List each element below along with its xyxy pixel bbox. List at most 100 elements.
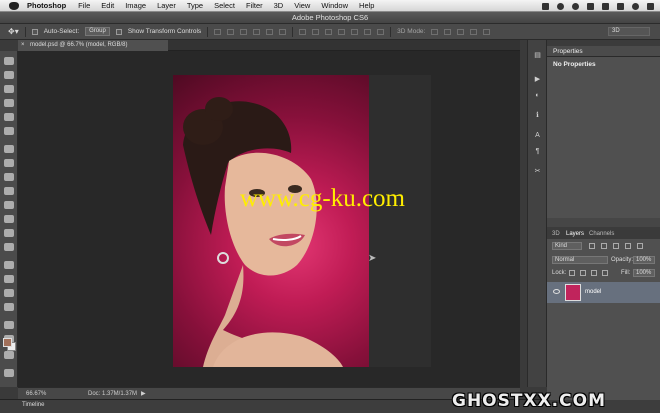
3d-rotate-icon[interactable]: [431, 28, 439, 35]
align-bottom-icon[interactable]: [240, 28, 248, 35]
auto-select-dropdown[interactable]: Group: [85, 27, 110, 36]
apple-icon[interactable]: [9, 1, 19, 10]
distribute-vcenter-icon[interactable]: [312, 28, 320, 35]
tab-layers[interactable]: Layers: [566, 231, 584, 237]
filter-smart-icon[interactable]: [637, 243, 643, 249]
auto-align-icon[interactable]: [377, 28, 385, 35]
type-tool-icon[interactable]: [4, 275, 14, 283]
filter-adjust-icon[interactable]: [601, 243, 607, 249]
foreground-color-swatch[interactable]: [3, 338, 12, 347]
sync-icon[interactable]: [557, 2, 564, 10]
menu-select[interactable]: Select: [214, 1, 235, 10]
search-icon[interactable]: [632, 2, 639, 10]
volume-icon[interactable]: [602, 2, 609, 10]
brush-tool-icon[interactable]: [4, 159, 14, 167]
menu-image[interactable]: Image: [125, 1, 146, 10]
canvas-area[interactable]: www.cg-ku.com ➤: [18, 51, 520, 387]
distribute-left-icon[interactable]: [338, 28, 346, 35]
fill-input[interactable]: 100%: [633, 269, 655, 277]
distribute-top-icon[interactable]: [299, 28, 307, 35]
3d-scale-icon[interactable]: [483, 28, 491, 35]
filter-pixel-icon[interactable]: [589, 243, 595, 249]
timeline-tab[interactable]: Timeline: [22, 402, 44, 408]
edit-quick-mask-icon[interactable]: [4, 351, 14, 359]
eyedropper-tool-icon[interactable]: [4, 127, 14, 135]
tab-3d[interactable]: 3D: [552, 231, 560, 237]
path-select-icon[interactable]: [4, 289, 14, 297]
clock-icon[interactable]: [572, 2, 579, 10]
align-vcenter-icon[interactable]: [227, 28, 235, 35]
crop-tool-icon[interactable]: [4, 113, 14, 121]
show-transform-checkbox[interactable]: [115, 28, 122, 35]
lasso-tool-icon[interactable]: [4, 85, 14, 93]
align-top-icon[interactable]: [214, 28, 222, 35]
menu-filter[interactable]: Filter: [246, 1, 263, 10]
distribute-bottom-icon[interactable]: [325, 28, 333, 35]
auto-select-checkbox[interactable]: [31, 28, 38, 35]
battery-icon[interactable]: [617, 2, 624, 10]
opacity-input[interactable]: 100%: [633, 256, 655, 264]
eraser-tool-icon[interactable]: [4, 201, 14, 209]
lock-all-icon[interactable]: [602, 270, 608, 276]
document-image[interactable]: [173, 75, 369, 367]
close-tab-icon[interactable]: ×: [21, 40, 25, 51]
visibility-eye-icon[interactable]: [553, 289, 560, 294]
document-tab[interactable]: × model.psd @ 66.7% (model, RGB/8): [18, 40, 168, 51]
paragraph-panel-icon[interactable]: ¶: [533, 148, 542, 156]
menu-view[interactable]: View: [294, 1, 310, 10]
character-panel-icon[interactable]: A: [533, 132, 542, 140]
pen-tool-icon[interactable]: [4, 261, 14, 269]
distribute-hcenter-icon[interactable]: [351, 28, 359, 35]
status-menu-arrow-icon[interactable]: ▶: [141, 390, 146, 397]
wifi-icon[interactable]: [587, 2, 594, 10]
screen-mode-icon[interactable]: [4, 369, 14, 377]
3d-roll-icon[interactable]: [444, 28, 452, 35]
menu-window[interactable]: Window: [321, 1, 348, 10]
move-tool-preset-icon[interactable]: ✥▾: [8, 27, 19, 36]
menu-help[interactable]: Help: [359, 1, 374, 10]
align-right-icon[interactable]: [279, 28, 287, 35]
align-left-icon[interactable]: [253, 28, 261, 35]
align-hcenter-icon[interactable]: [266, 28, 274, 35]
lock-transparent-icon[interactable]: [569, 270, 575, 276]
menu-layer[interactable]: Layer: [157, 1, 176, 10]
gradient-tool-icon[interactable]: [4, 215, 14, 223]
menu-type[interactable]: Type: [187, 1, 203, 10]
history-brush-icon[interactable]: [4, 187, 14, 195]
tab-channels[interactable]: Channels: [589, 231, 614, 237]
lock-image-icon[interactable]: [580, 270, 586, 276]
filter-type-icon[interactable]: [613, 243, 619, 249]
clone-stamp-icon[interactable]: [4, 173, 14, 181]
layer-row-model[interactable]: model: [547, 282, 660, 303]
info-panel-icon[interactable]: ℹ: [533, 112, 542, 120]
dodge-tool-icon[interactable]: [4, 243, 14, 251]
shape-tool-icon[interactable]: [4, 303, 14, 311]
adjustments-panel-icon[interactable]: ◐: [533, 92, 542, 100]
tool-presets-icon[interactable]: ✂: [533, 168, 542, 176]
properties-tab[interactable]: Properties: [553, 48, 583, 55]
hand-tool-icon[interactable]: [4, 321, 14, 329]
dropbox-icon[interactable]: [542, 2, 549, 10]
layer-name[interactable]: model: [585, 289, 601, 295]
menu-edit[interactable]: Edit: [101, 1, 114, 10]
3d-drag-icon[interactable]: [457, 28, 465, 35]
menu-3d[interactable]: 3D: [274, 1, 284, 10]
move-tool-icon[interactable]: [4, 57, 14, 65]
actions-panel-icon[interactable]: ▶: [533, 76, 542, 84]
3d-slide-icon[interactable]: [470, 28, 478, 35]
menu-app-name[interactable]: Photoshop: [27, 1, 66, 10]
distribute-right-icon[interactable]: [364, 28, 372, 35]
lock-position-icon[interactable]: [591, 270, 597, 276]
layer-filter-kind[interactable]: Kind: [552, 242, 582, 250]
healing-brush-icon[interactable]: [4, 145, 14, 153]
filter-shape-icon[interactable]: [625, 243, 631, 249]
zoom-level[interactable]: 66.67%: [26, 391, 66, 397]
workspace-switcher[interactable]: 3D: [608, 27, 650, 36]
blend-mode-select[interactable]: Normal: [552, 256, 608, 264]
marquee-tool-icon[interactable]: [4, 71, 14, 79]
blur-tool-icon[interactable]: [4, 229, 14, 237]
list-icon[interactable]: [647, 2, 654, 10]
history-panel-icon[interactable]: ▤: [533, 52, 542, 60]
quick-select-tool-icon[interactable]: [4, 99, 14, 107]
menu-file[interactable]: File: [78, 1, 90, 10]
